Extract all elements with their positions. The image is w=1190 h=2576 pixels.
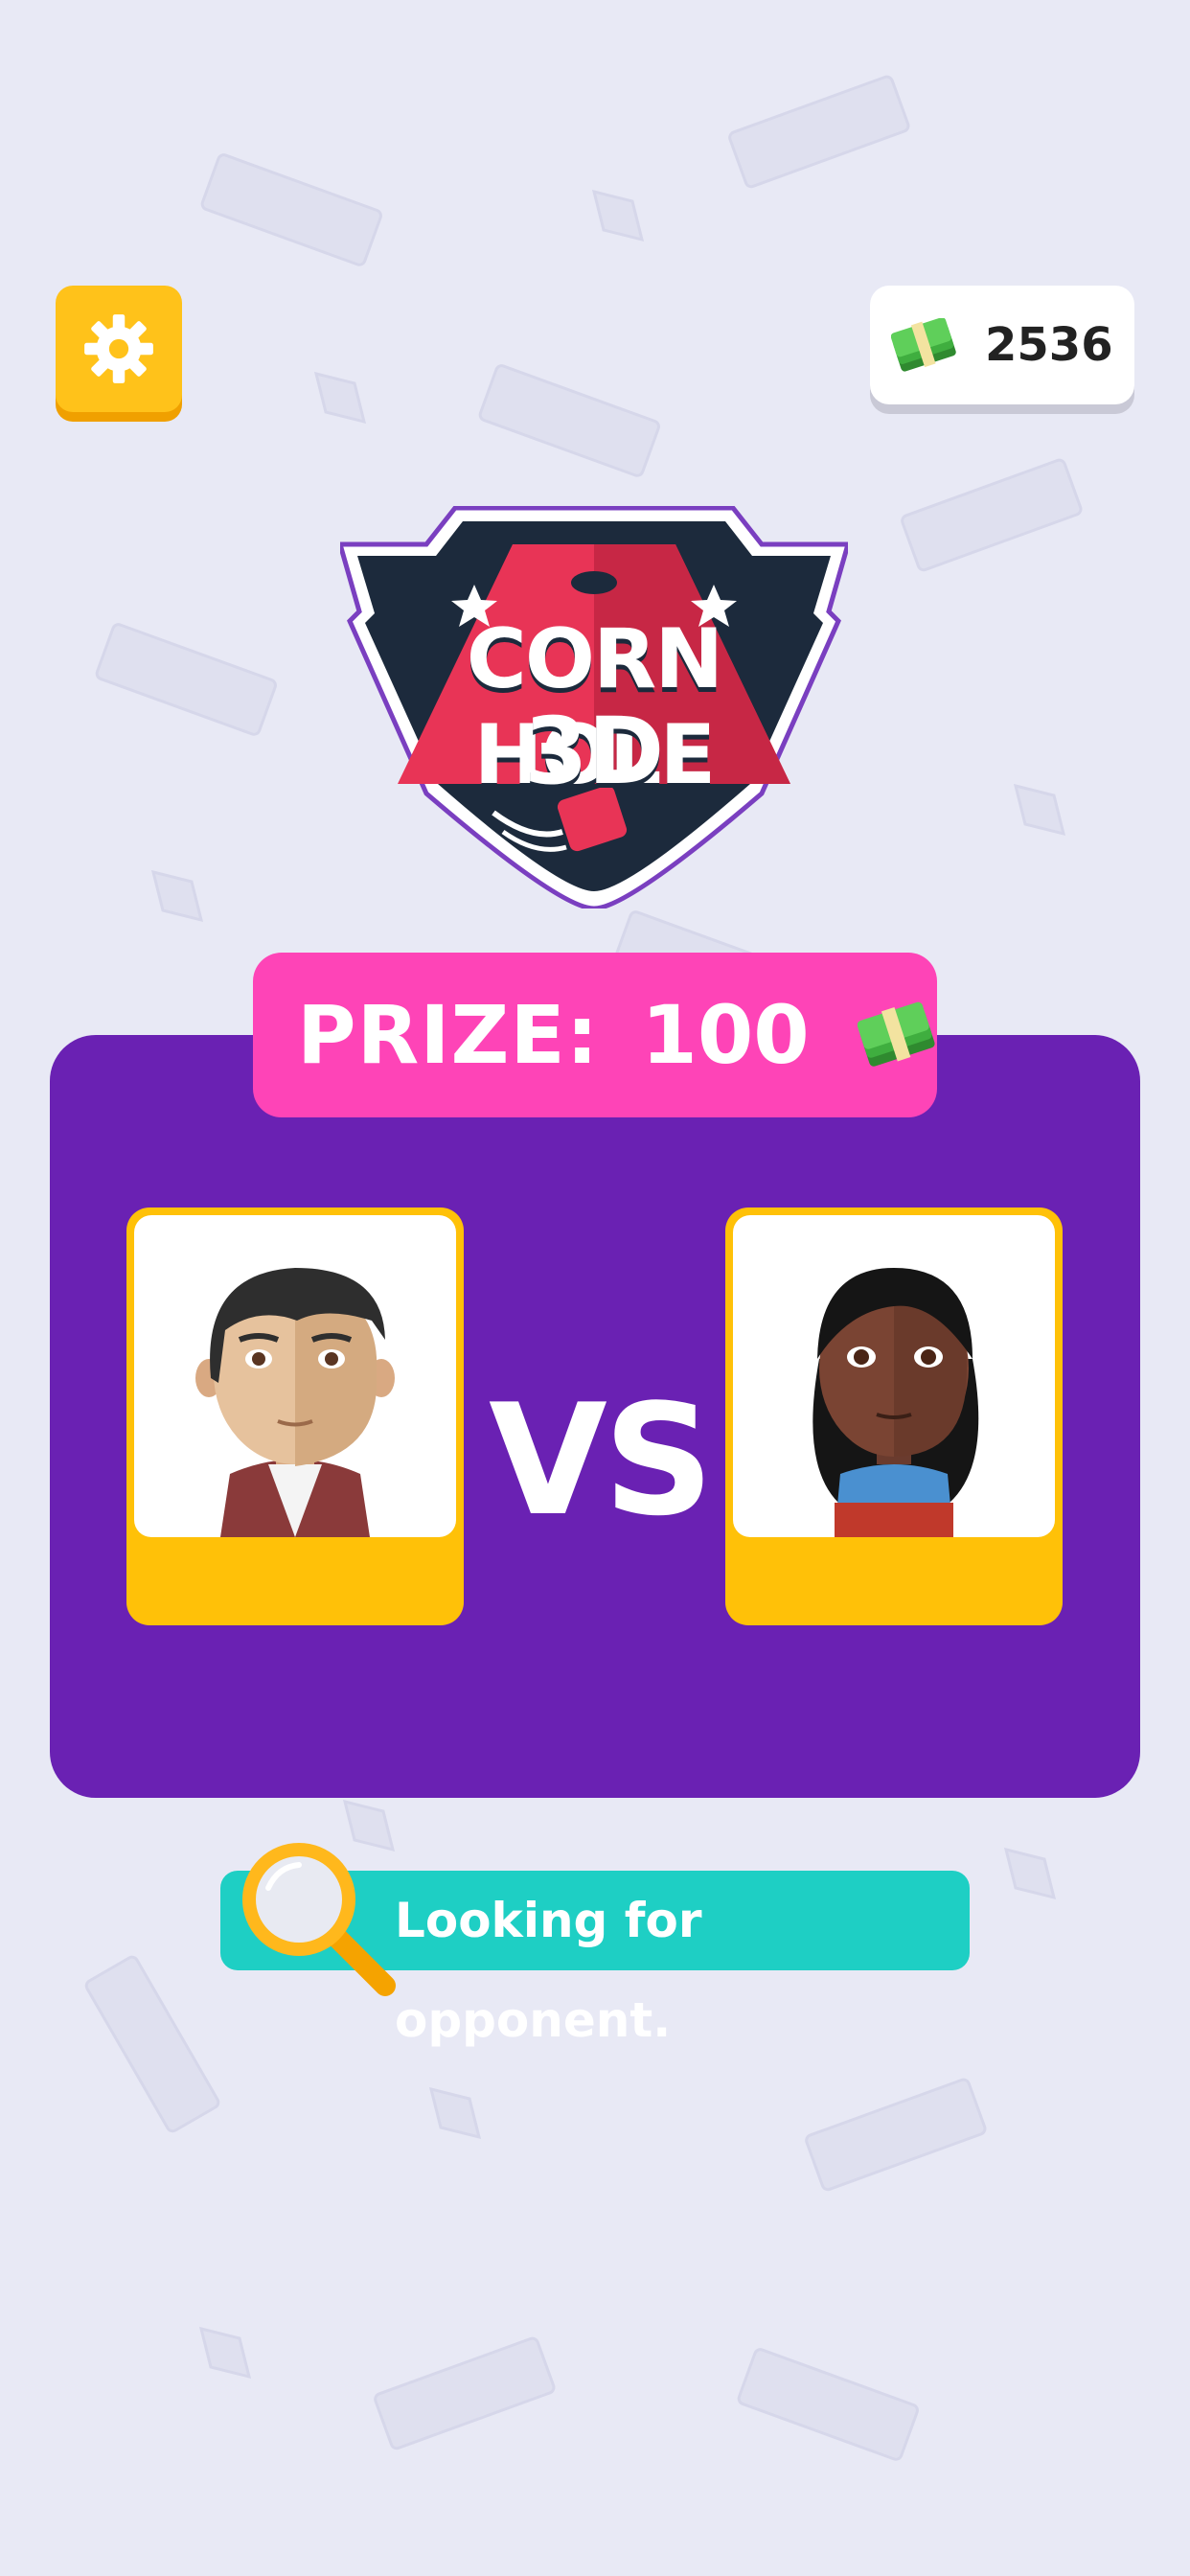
settings-button[interactable] xyxy=(56,286,182,412)
male-avatar xyxy=(195,1268,395,1537)
magnifier-icon xyxy=(242,1843,396,1996)
vs-label: VS xyxy=(489,1370,714,1550)
logo-subtitle: 3D xyxy=(523,698,665,805)
prize-label: PRIZE: xyxy=(297,988,600,1082)
cash-stack-icon xyxy=(857,1001,935,1067)
gear-icon xyxy=(84,314,153,383)
currency-display: 2536 xyxy=(870,286,1134,404)
player-avatar-right xyxy=(733,1215,1055,1537)
player-card-right xyxy=(725,1208,1063,1625)
female-avatar xyxy=(812,1268,979,1537)
player-avatar-left xyxy=(134,1215,456,1537)
prize-amount: 100 xyxy=(641,988,810,1082)
currency-amount: 2536 xyxy=(985,318,1113,372)
cash-stack-icon xyxy=(891,318,956,372)
player-card-left xyxy=(126,1208,464,1625)
prize-banner: PRIZE: 100 xyxy=(253,953,937,1117)
game-logo: CORN HOLE 3D xyxy=(336,505,852,911)
status-text: Looking for opponent. xyxy=(395,1893,702,2048)
